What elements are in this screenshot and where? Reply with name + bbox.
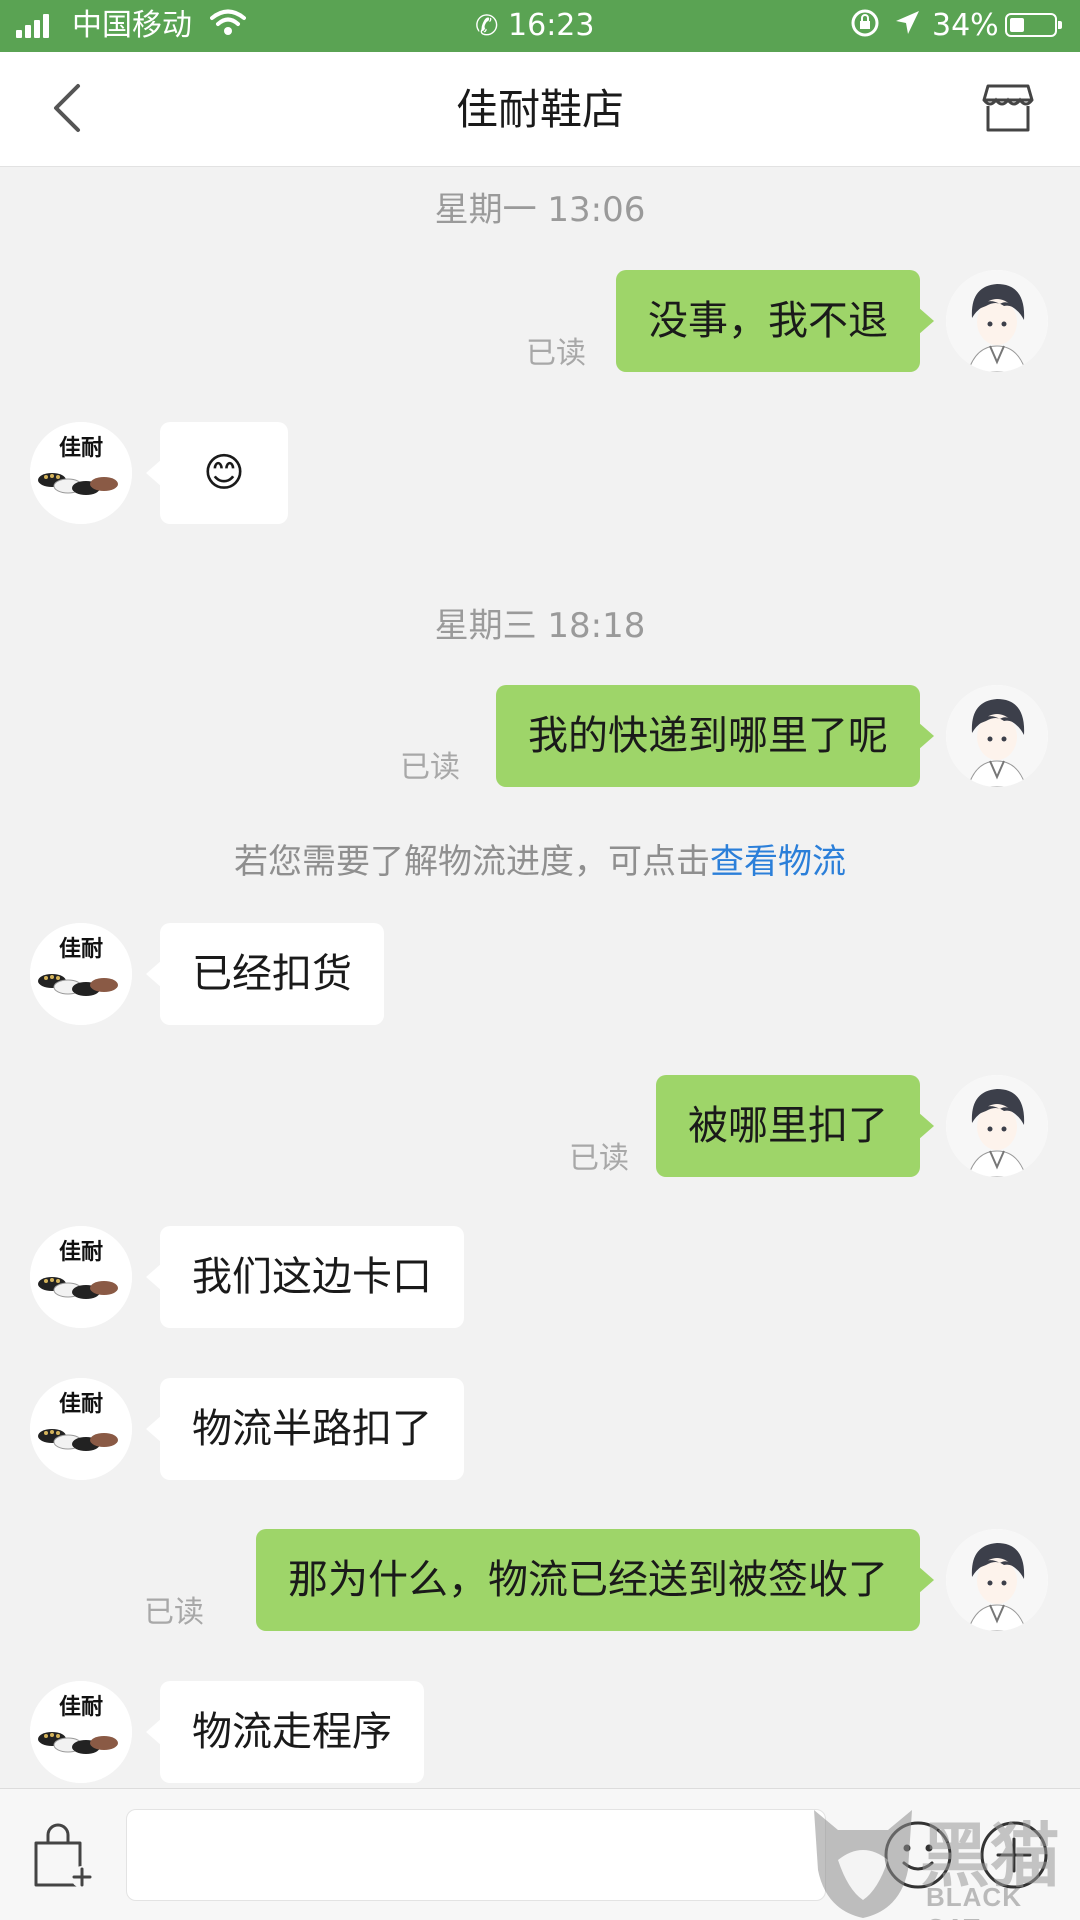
message-bubble-received[interactable]: 😊 bbox=[146, 422, 288, 524]
shop-avatar[interactable]: 佳耐 bbox=[30, 422, 132, 524]
message-bubble-sent[interactable]: 被哪里扣了 bbox=[656, 1075, 934, 1177]
message-bubble-received[interactable]: 已经扣货 bbox=[146, 923, 384, 1025]
user-avatar[interactable] bbox=[946, 1529, 1048, 1631]
shopping-bag-add-icon[interactable] bbox=[28, 1821, 98, 1891]
shop-avatar-label: 佳耐 bbox=[58, 1695, 103, 1720]
carrier-name: 中国移动 bbox=[72, 8, 192, 43]
shop-avatar[interactable]: 佳耐 bbox=[30, 1226, 132, 1328]
message-bubble-sent[interactable]: 那为什么，物流已经送到被签收了 bbox=[256, 1529, 934, 1631]
logistics-note: 若您需要了解物流进度，可点击查看物流 bbox=[0, 834, 1080, 883]
battery-icon bbox=[1005, 13, 1062, 37]
watermark-logo: 黑猫 BLACK CAT bbox=[808, 1800, 1080, 1920]
user-avatar[interactable] bbox=[946, 1075, 1048, 1177]
shop-avatar-label: 佳耐 bbox=[58, 937, 103, 962]
wifi-icon bbox=[210, 8, 246, 44]
phone-icon: ✆ bbox=[475, 9, 499, 42]
timestamp: 星期一 13:06 bbox=[434, 190, 646, 230]
user-avatar[interactable] bbox=[946, 685, 1048, 787]
message-bubble-sent[interactable]: 我的快递到哪里了呢 bbox=[496, 685, 934, 787]
location-arrow-icon bbox=[893, 8, 921, 44]
battery-percent: 34% bbox=[932, 8, 999, 43]
rotation-lock-icon bbox=[850, 8, 880, 44]
clock: ✆ 16:23 bbox=[475, 8, 594, 44]
shop-avatar-label: 佳耐 bbox=[58, 436, 103, 461]
timestamp: 星期三 18:18 bbox=[434, 606, 646, 646]
nav-bar: 佳耐鞋店 bbox=[0, 52, 1080, 167]
read-receipt: 已读 bbox=[526, 336, 586, 371]
message-bubble-sent[interactable]: 没事，我不退 bbox=[616, 270, 934, 372]
message-bubble-received[interactable]: 我们这边卡口 bbox=[146, 1226, 464, 1328]
battery-level bbox=[1010, 18, 1024, 32]
message-input[interactable] bbox=[126, 1809, 826, 1901]
shop-avatar-label: 佳耐 bbox=[58, 1392, 103, 1417]
read-receipt: 已读 bbox=[144, 1595, 204, 1630]
watermark-en: BLACK CAT bbox=[926, 1882, 1022, 1920]
shop-avatar-label: 佳耐 bbox=[58, 1240, 103, 1265]
message-bubble-received[interactable]: 物流半路扣了 bbox=[146, 1378, 464, 1480]
shop-avatar[interactable]: 佳耐 bbox=[30, 1378, 132, 1480]
clock-time: 16:23 bbox=[508, 8, 595, 43]
shop-avatar[interactable]: 佳耐 bbox=[30, 1681, 132, 1783]
message-bubble-received[interactable]: 物流走程序 bbox=[146, 1681, 424, 1783]
cat-logo-icon bbox=[814, 1810, 912, 1918]
view-logistics-link[interactable]: 查看物流 bbox=[710, 842, 846, 882]
signal-icon bbox=[16, 14, 49, 38]
shop-avatar[interactable]: 佳耐 bbox=[30, 923, 132, 1025]
page-title: 佳耐鞋店 bbox=[455, 85, 624, 134]
status-bar: 中国移动 ✆ 16:23 34% bbox=[0, 0, 1080, 52]
read-receipt: 已读 bbox=[569, 1141, 629, 1176]
chat-screen: 中国移动 ✆ 16:23 34% 佳耐鞋店 星期一 13:06 已读 没事，我不… bbox=[0, 0, 1080, 1920]
store-icon[interactable] bbox=[980, 80, 1036, 136]
user-avatar[interactable] bbox=[946, 270, 1048, 372]
logistics-note-text: 若您需要了解物流进度，可点击 bbox=[234, 842, 710, 882]
read-receipt: 已读 bbox=[400, 750, 460, 785]
